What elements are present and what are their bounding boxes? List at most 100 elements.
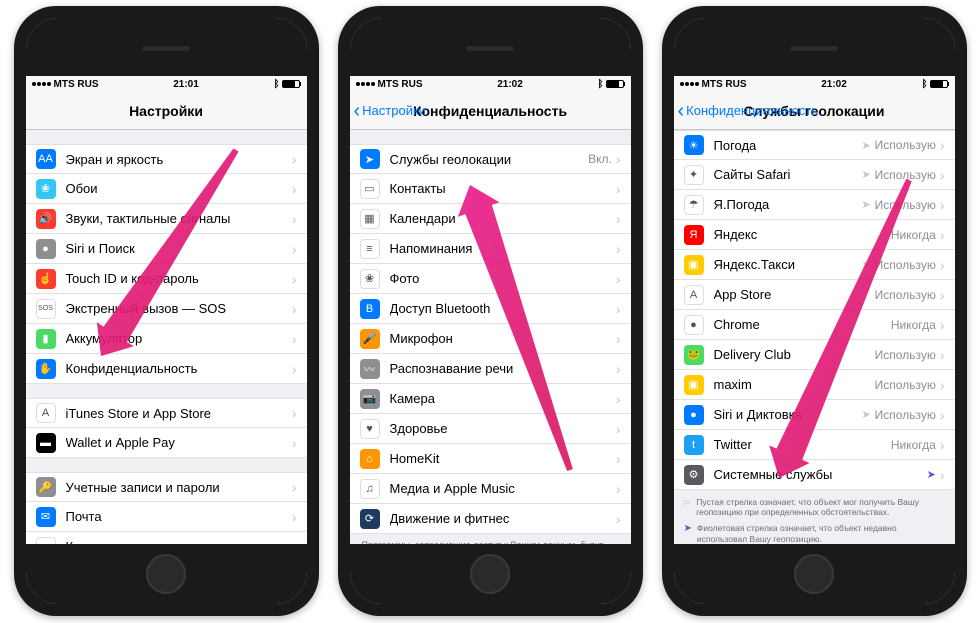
row-label: Siri и Диктовка bbox=[714, 407, 862, 422]
row-maxim[interactable]: ▣maximИспользую› bbox=[674, 370, 955, 400]
row-privacy[interactable]: ✋Конфиденциальность› bbox=[26, 354, 307, 384]
row-yandex-taxi[interactable]: ▣Яндекс.Такси➤Использую› bbox=[674, 250, 955, 280]
ya-weather-icon: ☂ bbox=[684, 195, 704, 215]
chevron-right-icon: › bbox=[616, 211, 621, 227]
row-contacts[interactable]: ▭Контакты› bbox=[350, 174, 631, 204]
chrome-icon: ● bbox=[684, 315, 704, 335]
row-microphone[interactable]: 🎤Микрофон› bbox=[350, 324, 631, 354]
chevron-left-icon: ‹ bbox=[678, 101, 685, 121]
row-safari-sites[interactable]: ✦Сайты Safari➤Использую› bbox=[674, 160, 955, 190]
row-touchid[interactable]: ☝Touch ID и код-пароль› bbox=[26, 264, 307, 294]
siri-search-icon: ● bbox=[36, 239, 56, 259]
notch bbox=[350, 18, 631, 76]
row-wallpaper[interactable]: ❀Обои› bbox=[26, 174, 307, 204]
battery-icon bbox=[606, 80, 624, 88]
row-homekit[interactable]: ⌂HomeKit› bbox=[350, 444, 631, 474]
settings-section: ☀Погода➤Использую›✦Сайты Safari➤Использу… bbox=[674, 130, 955, 490]
row-label: Конфиденциальность bbox=[66, 361, 292, 376]
row-yandex[interactable]: ЯЯндексНикогда› bbox=[674, 220, 955, 250]
row-label: Движение и фитнес bbox=[390, 511, 616, 526]
row-twitter[interactable]: tTwitterНикогда› bbox=[674, 430, 955, 460]
row-delivery-club[interactable]: 🐸Delivery ClubИспользую› bbox=[674, 340, 955, 370]
row-label: Siri и Поиск bbox=[66, 241, 292, 256]
delivery-club-icon: 🐸 bbox=[684, 345, 704, 365]
row-label: Экран и яркость bbox=[66, 152, 292, 167]
row-bluetooth[interactable]: BДоступ Bluetooth› bbox=[350, 294, 631, 324]
settings-section: ➤Службы геолокацииВкл.›▭Контакты›▦Календ… bbox=[350, 144, 631, 534]
row-label: Звуки, тактильные сигналы bbox=[66, 211, 292, 226]
chevron-right-icon: › bbox=[616, 241, 621, 257]
home-button[interactable] bbox=[794, 554, 834, 594]
row-label: Напоминания bbox=[390, 241, 616, 256]
yandex-taxi-icon: ▣ bbox=[684, 255, 704, 275]
nav-title: Настройки bbox=[129, 103, 203, 119]
nav-bar: Настройки bbox=[26, 92, 307, 130]
row-reminders[interactable]: ≡ Напоминания› bbox=[350, 234, 631, 264]
home-button[interactable] bbox=[146, 554, 186, 594]
photos-icon: ❀ bbox=[360, 269, 380, 289]
row-calendars[interactable]: ▦Календари› bbox=[350, 204, 631, 234]
nav-back-button[interactable]: ‹Конфиденциальность bbox=[678, 101, 819, 121]
bluetooth-icon: ᛒ bbox=[273, 79, 279, 90]
row-label: Экстренный вызов — SOS bbox=[66, 301, 292, 316]
bluetooth-icon: ᛒ bbox=[597, 79, 603, 90]
notch bbox=[674, 18, 955, 76]
chevron-right-icon: › bbox=[940, 437, 945, 453]
microphone-icon: 🎤 bbox=[360, 329, 380, 349]
row-label: maxim bbox=[714, 377, 875, 392]
settings-list[interactable]: AAЭкран и яркость›❀Обои› 🔊 Звуки, тактильн… bbox=[26, 130, 307, 544]
speaker bbox=[142, 46, 190, 51]
sounds-icon: 🔊 bbox=[36, 209, 56, 229]
row-location-services[interactable]: ➤Службы геолокацииВкл.› bbox=[350, 144, 631, 174]
row-label: Twitter bbox=[714, 437, 891, 452]
siri-dictation-icon: ● bbox=[684, 405, 704, 425]
row-label: Системные службы bbox=[714, 467, 927, 482]
nav-back-button[interactable]: ‹Настройки bbox=[354, 101, 426, 121]
row-display-brightness[interactable]: AAЭкран и яркость› bbox=[26, 144, 307, 174]
row-app-store[interactable]: AApp StoreИспользую› bbox=[674, 280, 955, 310]
row-label: Медиа и Apple Music bbox=[390, 481, 616, 496]
legend-text: Фиолетовая стрелка означает, что объект … bbox=[697, 523, 945, 543]
row-contacts[interactable]: ▭Контакты› bbox=[26, 532, 307, 544]
row-accounts[interactable]: 🔑Учетные записи и пароли› bbox=[26, 472, 307, 502]
settings-list[interactable]: ➤Службы геолокацииВкл.›▭Контакты›▦Календ… bbox=[350, 130, 631, 544]
row-sos[interactable]: SOSЭкстренный вызов — SOS› bbox=[26, 294, 307, 324]
row-mail[interactable]: ✉Почта› bbox=[26, 502, 307, 532]
signal-icon bbox=[680, 82, 699, 86]
row-wallet[interactable]: ▬Wallet и Apple Pay› bbox=[26, 428, 307, 458]
yandex-icon: Я bbox=[684, 225, 704, 245]
row-label: Chrome bbox=[714, 317, 891, 332]
row-camera[interactable]: 📷Камера› bbox=[350, 384, 631, 414]
row-chrome[interactable]: ●ChromeНикогда› bbox=[674, 310, 955, 340]
sos-icon: SOS bbox=[36, 299, 56, 319]
wallpaper-icon: ❀ bbox=[36, 179, 56, 199]
settings-list[interactable]: ☀Погода➤Использую›✦Сайты Safari➤Использу… bbox=[674, 130, 955, 544]
signal-icon bbox=[356, 82, 375, 86]
row-battery[interactable]: ▮Аккумулятор› bbox=[26, 324, 307, 354]
home-button[interactable] bbox=[470, 554, 510, 594]
row-media[interactable]: ♫Медиа и Apple Music› bbox=[350, 474, 631, 504]
nav-back-label: Настройки bbox=[362, 103, 426, 118]
row-siri-dictation[interactable]: ●Siri и Диктовка➤Использую› bbox=[674, 400, 955, 430]
section-footer: Программы, запросившие доступ к Вашим да… bbox=[350, 534, 631, 544]
itunes-appstore-icon: A bbox=[36, 403, 56, 423]
bluetooth-icon: ᛒ bbox=[921, 79, 927, 90]
row-motion[interactable]: ⟳Движение и фитнес› bbox=[350, 504, 631, 534]
row-siri-search[interactable]: ●Siri и Поиск› bbox=[26, 234, 307, 264]
row-sounds[interactable]: 🔊Звуки, тактильные сигналы› bbox=[26, 204, 307, 234]
row-ya-weather[interactable]: ☂Я.Погода➤Использую› bbox=[674, 190, 955, 220]
row-speech[interactable]: 〰Распознавание речи› bbox=[350, 354, 631, 384]
row-label: Здоровье bbox=[390, 421, 616, 436]
row-label: Учетные записи и пароли bbox=[66, 480, 292, 495]
clock: 21:01 bbox=[173, 79, 199, 90]
row-photos[interactable]: ❀Фото› bbox=[350, 264, 631, 294]
row-health[interactable]: ♥Здоровье› bbox=[350, 414, 631, 444]
reminders-icon: ≡ bbox=[360, 239, 380, 259]
screen: MTS RUS21:02ᛒ‹КонфиденциальностьСлужбы г… bbox=[674, 18, 955, 604]
row-system-services[interactable]: ⚙Системные службы➤› bbox=[674, 460, 955, 490]
chevron-right-icon: › bbox=[616, 301, 621, 317]
row-label: Яндекс.Такси bbox=[714, 257, 862, 272]
row-itunes-appstore[interactable]: AiTunes Store и App Store› bbox=[26, 398, 307, 428]
row-weather[interactable]: ☀Погода➤Использую› bbox=[674, 130, 955, 160]
speech-icon: 〰 bbox=[360, 359, 380, 379]
